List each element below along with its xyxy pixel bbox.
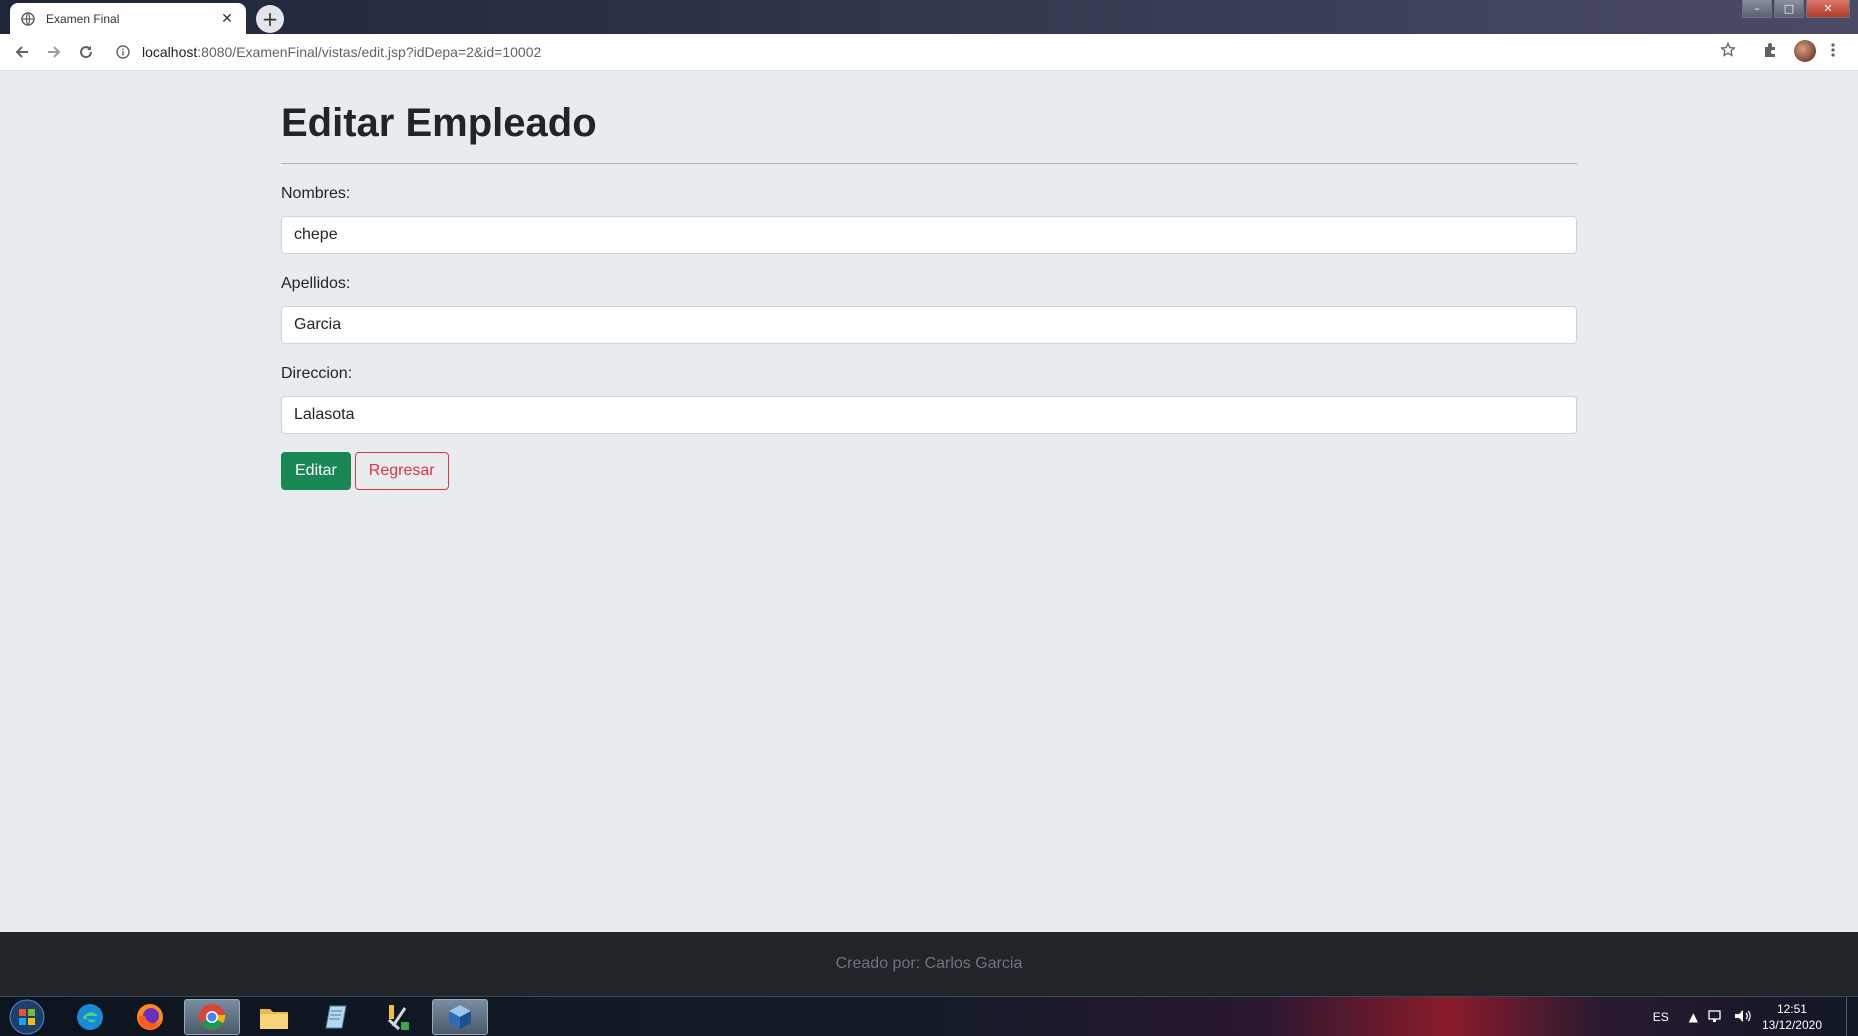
clock-time: 12:51 <box>1776 1002 1807 1016</box>
windows-logo-icon <box>9 999 45 1035</box>
virtualbox-icon <box>449 1005 471 1029</box>
volume-icon[interactable] <box>1734 1009 1752 1026</box>
page-container: Editar Empleado Nombres: chepe Apellidos… <box>281 71 1577 490</box>
clock-date: 13/12/2020 <box>1761 1018 1822 1032</box>
new-tab-button[interactable]: + <box>256 5 284 33</box>
notepad-icon <box>325 1005 347 1029</box>
browser-menu-icon[interactable] <box>1830 42 1836 62</box>
chrome-icon <box>199 1004 226 1030</box>
page-footer: Creado por: Carlos Garcia <box>0 932 1858 996</box>
direccion-label: Direccion: <box>281 365 353 382</box>
forward-arrow-icon <box>48 46 61 58</box>
system-tray: ES ▲ 12:51 13/12/2020 <box>1653 997 1858 1036</box>
network-icon[interactable] <box>1708 1009 1724 1026</box>
browser-tab[interactable]: Examen Final ✕ <box>10 3 246 34</box>
notepad-taskbar-button[interactable] <box>308 999 364 1035</box>
close-window-button[interactable]: ✕ <box>1806 0 1850 18</box>
direccion-input[interactable]: Lalasota <box>281 396 1577 434</box>
editar-button[interactable]: Editar <box>281 452 351 490</box>
nombres-input[interactable]: chepe <box>281 216 1577 254</box>
edge-icon <box>77 1004 103 1030</box>
start-button[interactable] <box>6 997 48 1036</box>
form-group-apellidos: Apellidos: Garcia <box>281 272 1577 344</box>
tools-icon <box>387 1005 409 1031</box>
extensions-puzzle-icon[interactable] <box>1762 42 1778 62</box>
info-icon[interactable] <box>116 44 132 60</box>
url-text: localhost:8080/ExamenFinal/vistas/edit.j… <box>142 44 541 60</box>
tools-taskbar-button[interactable] <box>370 999 426 1035</box>
footer-credit: Creado por: Carlos Garcia <box>835 955 1023 972</box>
browser-toolbar: localhost:8080/ExamenFinal/vistas/edit.j… <box>0 34 1858 71</box>
firefox-taskbar-button[interactable] <box>122 999 178 1035</box>
file-explorer-icon <box>260 1009 288 1029</box>
tab-title: Examen Final <box>46 11 120 26</box>
language-indicator[interactable]: ES <box>1653 1010 1669 1024</box>
minimize-button[interactable]: – <box>1742 0 1772 18</box>
profile-avatar[interactable] <box>1794 40 1816 62</box>
globe-icon <box>20 11 36 27</box>
page-title: Editar Empleado <box>281 99 1577 164</box>
address-bar[interactable]: localhost:8080/ExamenFinal/vistas/edit.j… <box>108 38 1744 66</box>
firefox-icon <box>137 1004 163 1030</box>
clock[interactable]: 12:51 13/12/2020 <box>1762 1001 1822 1033</box>
show-hidden-icons-icon[interactable]: ▲ <box>1689 1010 1698 1024</box>
edge-taskbar-button[interactable] <box>62 999 118 1035</box>
back-button[interactable] <box>6 36 38 68</box>
chrome-taskbar-button[interactable] <box>184 999 240 1035</box>
virtualbox-taskbar-button[interactable] <box>432 999 488 1035</box>
url-host: localhost <box>142 44 198 60</box>
os-taskbar: ES ▲ 12:51 13/12/2020 <box>0 996 1858 1036</box>
window-controls: – □ ✕ <box>1740 0 1850 18</box>
show-desktop-button[interactable] <box>1846 997 1858 1036</box>
nombres-label: Nombres: <box>281 185 351 202</box>
regresar-button[interactable]: Regresar <box>354 452 449 490</box>
apellidos-input[interactable]: Garcia <box>281 306 1577 344</box>
back-arrow-icon <box>15 46 28 58</box>
maximize-button[interactable]: □ <box>1774 0 1804 18</box>
bookmark-star-icon[interactable] <box>1720 41 1736 62</box>
file-explorer-taskbar-button[interactable] <box>246 999 302 1035</box>
apellidos-label: Apellidos: <box>281 275 351 292</box>
reload-icon <box>80 46 93 59</box>
reload-button[interactable] <box>70 36 102 68</box>
tab-close-icon[interactable]: ✕ <box>218 11 236 27</box>
form-group-direccion: Direccion: Lalasota <box>281 362 1577 434</box>
forward-button[interactable] <box>38 36 70 68</box>
form-buttons: Editar Regresar <box>281 452 1577 490</box>
form-group-nombres: Nombres: chepe <box>281 182 1577 254</box>
browser-tabstrip: Examen Final ✕ + – □ ✕ <box>0 0 1858 34</box>
url-path: :8080/ExamenFinal/vistas/edit.jsp?idDepa… <box>197 44 542 60</box>
